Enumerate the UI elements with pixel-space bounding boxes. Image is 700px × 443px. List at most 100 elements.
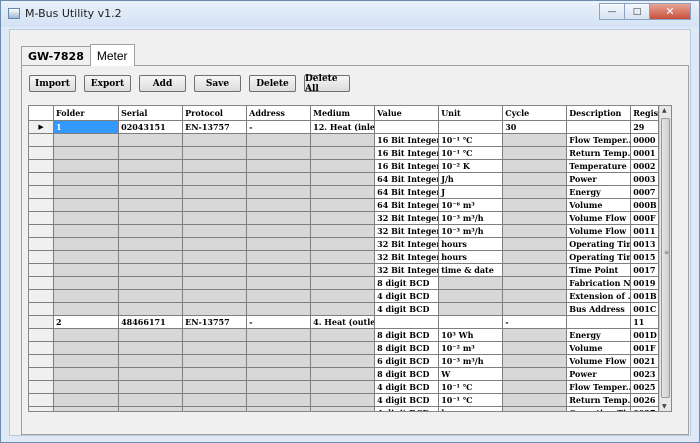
table-cell[interactable] (118, 367, 184, 381)
table-row[interactable]: 4 digit BCD Bus Address 001C (29, 302, 659, 316)
table-cell[interactable] (182, 328, 248, 342)
row-header[interactable] (29, 393, 55, 407)
table-cell[interactable] (53, 328, 120, 342)
table-cell[interactable]: 32 Bit Integer (374, 263, 440, 277)
table-cell[interactable] (118, 172, 184, 186)
table-cell[interactable] (118, 198, 184, 212)
table-cell[interactable]: Volume Flow (566, 211, 632, 225)
row-header[interactable] (29, 133, 55, 147)
table-cell[interactable]: Volume Flow (566, 224, 632, 238)
title-bar[interactable]: M-Bus Utility v1.2 — □ ✕ (1, 1, 699, 27)
table-cell[interactable] (118, 237, 184, 251)
table-cell[interactable]: 10⁻¹ ℃ (438, 146, 504, 160)
table-cell[interactable]: 0019 (630, 276, 659, 290)
table-cell[interactable]: 0007 (630, 185, 659, 199)
table-cell[interactable] (502, 198, 568, 212)
table-cell[interactable]: 10⁻³ m³/h (438, 224, 504, 238)
table-cell[interactable] (246, 172, 312, 186)
table-cell[interactable]: Flow Temper... (566, 380, 632, 394)
table-row[interactable]: 8 digit BCD 10⁻² m³ Volume 001F (29, 341, 659, 355)
scroll-down-icon[interactable]: ▼ (662, 403, 667, 410)
tab-meter[interactable]: Meter (89, 44, 135, 66)
export-button[interactable]: Export (84, 75, 131, 92)
table-cell[interactable] (502, 146, 568, 160)
delete-button[interactable]: Delete (249, 75, 296, 92)
table-cell[interactable]: 4 digit BCD (374, 406, 440, 411)
current-row-indicator-icon[interactable]: ▶ (29, 120, 55, 134)
table-cell[interactable]: Fabrication No (566, 276, 632, 290)
table-cell[interactable] (182, 354, 248, 368)
table-cell[interactable]: Power (566, 172, 632, 186)
table-cell[interactable]: hours (438, 406, 504, 411)
delete-all-button[interactable]: Delete All (304, 74, 350, 94)
table-cell[interactable] (118, 393, 184, 407)
table-cell[interactable] (310, 133, 376, 147)
table-cell[interactable] (53, 250, 120, 264)
table-cell[interactable]: 16 Bit Integer (374, 133, 440, 147)
table-cell[interactable] (246, 159, 312, 173)
row-header[interactable] (29, 224, 55, 238)
table-cell[interactable] (118, 276, 184, 290)
table-cell[interactable] (310, 328, 376, 342)
table-cell[interactable]: 001D (630, 328, 659, 342)
table-cell[interactable] (182, 393, 248, 407)
table-cell[interactable] (310, 380, 376, 394)
table-cell[interactable]: 0025 (630, 380, 659, 394)
table-cell[interactable] (118, 159, 184, 173)
table-cell[interactable]: 12. Heat (inlet) (310, 120, 376, 134)
row-header[interactable] (29, 406, 55, 411)
table-row[interactable]: 64 Bit Integer J Energy 0007 (29, 185, 659, 199)
maximize-icon[interactable]: □ (624, 3, 650, 20)
table-cell[interactable]: 10⁻² m³ (438, 341, 504, 355)
table-cell[interactable]: 10⁻¹ ℃ (438, 393, 504, 407)
row-header[interactable] (29, 302, 55, 316)
table-cell[interactable] (53, 393, 120, 407)
table-cell[interactable] (182, 341, 248, 355)
table-cell[interactable] (310, 289, 376, 303)
table-cell[interactable]: 0021 (630, 354, 659, 368)
table-cell[interactable] (246, 133, 312, 147)
table-cell[interactable]: 0015 (630, 250, 659, 264)
table-cell[interactable] (438, 315, 504, 329)
table-cell[interactable] (246, 250, 312, 264)
row-header[interactable] (29, 341, 55, 355)
table-cell[interactable]: 8 digit BCD (374, 367, 440, 381)
table-cell[interactable] (118, 354, 184, 368)
table-cell[interactable] (374, 315, 440, 329)
column-header-register[interactable]: Register (630, 106, 659, 121)
table-cell[interactable] (502, 250, 568, 264)
table-cell[interactable]: 10⁻³ m³/h (438, 211, 504, 225)
table-cell[interactable] (246, 354, 312, 368)
table-cell[interactable]: - (246, 315, 312, 329)
table-cell[interactable]: 1 (53, 120, 120, 134)
table-cell[interactable] (53, 198, 120, 212)
table-cell[interactable] (246, 380, 312, 394)
table-row[interactable]: 64 Bit Integer J/h Power 0003 (29, 172, 659, 186)
table-cell[interactable] (502, 406, 568, 411)
table-cell[interactable]: 6 digit BCD (374, 354, 440, 368)
table-cell[interactable]: 4. Heat (outlet) (310, 315, 376, 329)
table-cell[interactable] (182, 224, 248, 238)
table-cell[interactable]: 0001 (630, 146, 659, 160)
table-cell[interactable] (118, 328, 184, 342)
table-cell[interactable]: hours (438, 250, 504, 264)
table-cell[interactable]: time & date (438, 263, 504, 277)
table-cell[interactable] (502, 380, 568, 394)
table-cell[interactable]: 64 Bit Integer (374, 172, 440, 186)
table-cell[interactable]: 29 (630, 120, 659, 134)
table-cell[interactable] (53, 406, 120, 411)
table-cell[interactable]: Time Point (566, 263, 632, 277)
table-cell[interactable]: 10⁻¹ ℃ (438, 133, 504, 147)
column-header-description[interactable]: Description (566, 106, 632, 121)
column-header-cycle[interactable]: Cycle (502, 106, 568, 121)
table-cell[interactable] (502, 341, 568, 355)
table-cell[interactable] (118, 341, 184, 355)
table-cell[interactable]: 10⁻⁶ m³ (438, 198, 504, 212)
table-cell[interactable]: Energy (566, 185, 632, 199)
table-row[interactable]: 4 digit BCD 10⁻¹ ℃ Return Temp... 0026 (29, 393, 659, 407)
table-cell[interactable] (246, 224, 312, 238)
table-cell[interactable] (246, 406, 312, 411)
column-header-medium[interactable]: Medium (310, 106, 376, 121)
table-cell[interactable]: 001F (630, 341, 659, 355)
column-header-address[interactable]: Address (246, 106, 312, 121)
